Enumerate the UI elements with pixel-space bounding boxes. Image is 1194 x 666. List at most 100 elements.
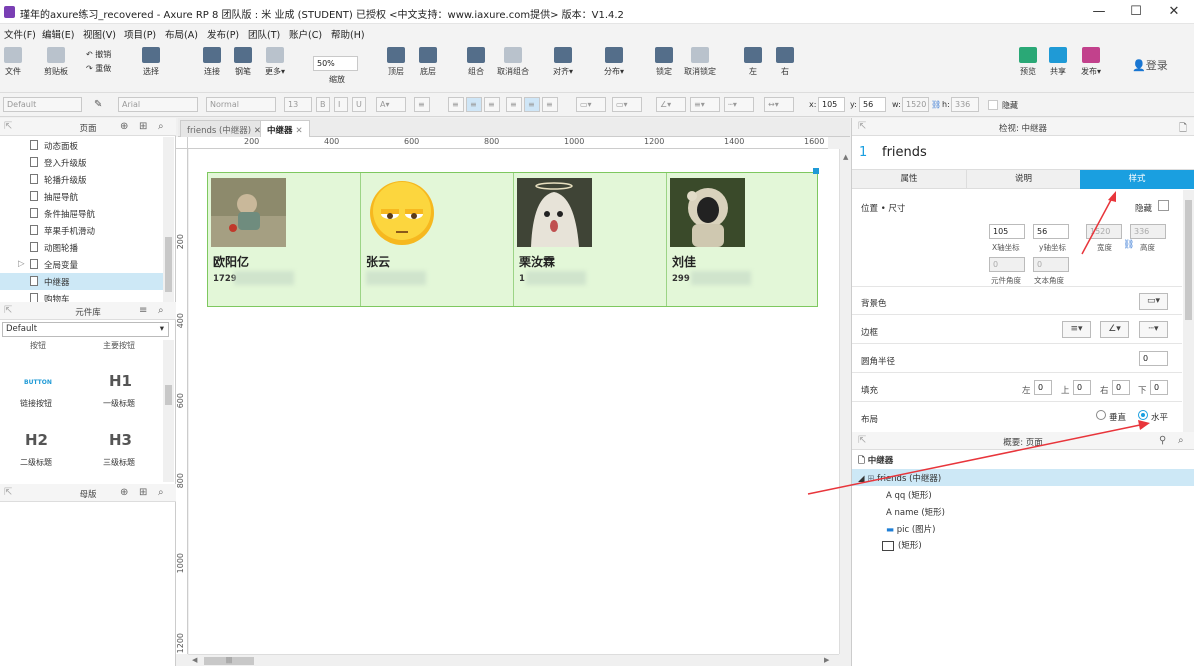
valign-top-button[interactable]: ≡ [506,97,522,112]
tab-notes[interactable]: 说明 [966,170,1080,189]
connect-button[interactable]: 连接 [203,47,221,77]
bring-to-top-button[interactable]: 顶层 [387,47,405,77]
redo-button[interactable]: ↷ 重做 [86,63,111,74]
pad-bottom-input[interactable]: 0 [1150,380,1168,395]
pad-top-input[interactable]: 0 [1073,380,1091,395]
design-canvas[interactable]: 欧阳亿 1729 张云 栗汝霖 1 刘佳 299 [189,149,839,654]
height-input[interactable]: 336 [1130,224,1166,239]
pad-right-input[interactable]: 0 [1112,380,1130,395]
y-input[interactable]: 56 [859,97,886,112]
menu-publish[interactable]: 发布(P) [207,27,239,41]
style-paint-icon[interactable]: ✎ [91,97,105,112]
page-item-selected[interactable]: 中继器 [0,273,164,290]
align-button[interactable]: 对齐▾ [553,47,573,77]
scroll-thumb[interactable] [165,385,172,405]
tab-properties[interactable]: 属性 [852,170,966,189]
text-rotation-input[interactable]: 0 [1033,257,1069,272]
add-folder-icon[interactable]: ⊞ [139,121,147,132]
font-select[interactable]: Arial [118,97,198,112]
login-button[interactable]: 👤登录 [1132,57,1168,73]
collapse-arrow-icon[interactable]: ◢ [858,474,867,484]
h2-preview[interactable]: H2 [25,431,48,449]
widget-name-input[interactable]: friends [882,145,927,160]
h-input[interactable]: 336 [951,97,979,112]
tab-friends-repeater[interactable]: friends (中继器) ✕ [180,120,268,137]
publish-button[interactable]: 发布▾ [1081,47,1101,77]
share-button[interactable]: 共享 [1049,47,1067,77]
repeater-item[interactable]: 栗汝霖 1 [514,173,667,306]
text-color-select[interactable]: A▾ [376,97,406,112]
canvas-vertical-scrollbar[interactable]: ▲ [839,149,851,654]
lock-button[interactable]: 锁定 [655,47,673,77]
underline-button[interactable]: U [352,97,366,112]
w-input[interactable]: 1520 [902,97,929,112]
close-button[interactable]: ✕ [1152,2,1194,22]
y-input[interactable]: 56 [1033,224,1069,239]
italic-button[interactable]: I [334,97,348,112]
file-button[interactable]: 文件 [4,47,22,77]
x-input[interactable]: 105 [989,224,1025,239]
add-page-icon[interactable]: ⊕ [120,121,128,132]
align-left-button[interactable]: ≡ [448,97,464,112]
page-item[interactable]: ▷ 全局变量 [0,256,164,273]
hidden-checkbox[interactable] [988,100,998,110]
menu-file[interactable]: 文件(F) [4,27,36,41]
scroll-thumb[interactable] [165,237,172,292]
page-item[interactable]: 动态面板 [0,137,164,154]
pages-scrollbar[interactable] [163,137,174,302]
h1-preview[interactable]: H1 [109,372,132,390]
pad-left-input[interactable]: 0 [1034,380,1052,395]
shadow-select[interactable]: ▭▾ [612,97,642,112]
line-style-select[interactable]: ┄▾ [724,97,754,112]
menu-project[interactable]: 项目(P) [124,27,156,41]
left-button[interactable]: 左 [744,47,762,77]
align-right-button[interactable]: ≡ [484,97,500,112]
page-item[interactable]: 条件抽屉导航 [0,205,164,222]
more-button[interactable]: 更多▾ [265,47,285,77]
group-button[interactable]: 组合 [467,47,485,77]
menu-edit[interactable]: 编辑(E) [42,27,74,41]
select-button[interactable]: 选择 [142,47,160,77]
radius-input[interactable]: 0 [1139,351,1168,366]
horizontal-radio[interactable] [1138,410,1148,420]
filter-icon[interactable]: ⚲ [1159,435,1166,446]
clipboard-button[interactable]: 剪贴板 [44,47,68,77]
outline-name-row[interactable]: A name (矩形) [886,506,945,518]
outline-pic-row[interactable]: ▬ pic (图片) [886,523,936,535]
page-item[interactable]: 登入升级版 [0,154,164,171]
friends-repeater[interactable]: 欧阳亿 1729 张云 栗汝霖 1 刘佳 299 [207,172,818,307]
menu-layout[interactable]: 布局(A) [165,27,198,41]
h3-preview[interactable]: H3 [109,431,132,449]
scroll-left-icon[interactable]: ◀ [192,656,197,664]
font-size-select[interactable]: 13 [284,97,312,112]
line-color-select[interactable]: ∠▾ [656,97,686,112]
scroll-thumb[interactable] [1185,200,1192,320]
selection-handle[interactable] [813,168,819,174]
page-item[interactable]: 抽屉导航 [0,188,164,205]
scroll-right-icon[interactable]: ▶ [824,656,829,664]
page-item[interactable]: 轮播升级版 [0,171,164,188]
outline-qq-row[interactable]: A qq (矩形) [886,489,932,501]
bold-button[interactable]: B [316,97,330,112]
avatar[interactable] [517,178,592,247]
expand-arrow-icon[interactable]: ▷ [18,259,25,269]
zoom-select[interactable]: 50% [313,56,358,71]
scroll-up-icon[interactable]: ▲ [843,153,848,161]
outline-rect-row[interactable]: (矩形) [882,539,922,551]
add-master-icon[interactable]: ⊕ [120,487,128,498]
search-icon[interactable]: ⌕ [158,487,164,498]
style-select[interactable]: Default [3,97,82,112]
avatar[interactable] [364,178,439,247]
lock-ratio-icon[interactable]: ⛓ [1123,240,1134,250]
x-input[interactable]: 105 [818,97,845,112]
repeater-item[interactable]: 刘佳 299 [667,173,820,306]
ungroup-button[interactable]: 取消组合 [497,47,529,77]
vertical-radio[interactable] [1096,410,1106,420]
avatar[interactable] [211,178,286,247]
arrow-style-select[interactable]: ↔▾ [764,97,794,112]
unlock-button[interactable]: 取消锁定 [684,47,716,77]
search-icon[interactable]: ⌕ [1178,435,1184,446]
repeater-item[interactable]: 张云 [361,173,514,306]
preview-button[interactable]: 预览 [1019,47,1037,77]
distribute-button[interactable]: 分布▾ [604,47,624,77]
